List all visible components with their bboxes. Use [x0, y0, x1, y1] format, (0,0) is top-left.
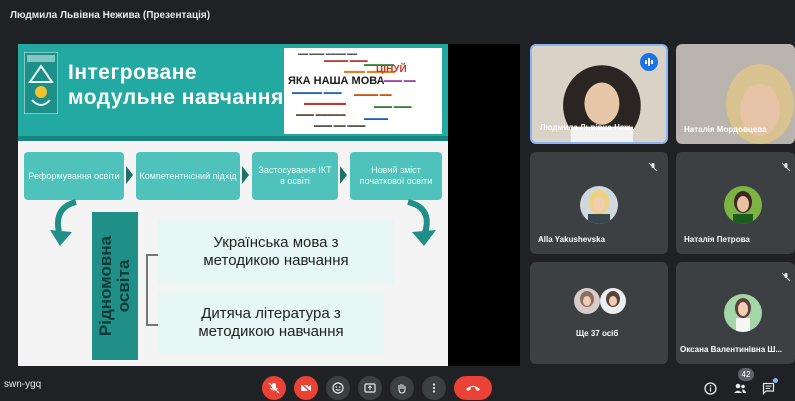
chat-button[interactable]	[758, 378, 778, 398]
module-box-literature-line1: Дитяча література з	[201, 305, 341, 322]
bracket	[146, 254, 148, 326]
present-icon	[364, 383, 376, 393]
emoji-icon	[332, 382, 344, 394]
vertical-label-line2: освіта	[114, 259, 134, 313]
avatar	[724, 186, 762, 224]
module-box-ukrainian-line2: методикою навчання	[203, 252, 349, 269]
participants-button[interactable]	[730, 378, 750, 398]
slide-title-line2: модульне навчання	[68, 86, 284, 109]
module-box-literature: Дитяча література з методикою навчання	[158, 292, 384, 354]
leave-call-button[interactable]	[454, 376, 492, 400]
mic-toggle-button[interactable]	[262, 376, 286, 400]
participant-count-badge: 42	[738, 368, 754, 381]
curved-arrow-left-icon	[50, 199, 77, 246]
slide-title: Інтегроване модульне навчання	[68, 60, 284, 110]
participant-name: Наталія Мордовцева	[684, 125, 767, 134]
vertical-label: Рідномовна освіта	[92, 212, 138, 360]
avatar	[724, 294, 762, 332]
more-options-button[interactable]	[422, 376, 446, 400]
meeting-details-button[interactable]	[700, 378, 720, 398]
people-icon	[734, 383, 746, 393]
camera-off-icon	[300, 382, 312, 394]
step-new-content: Новий зміст початкової освіти	[350, 152, 442, 200]
raise-hand-button[interactable]	[390, 376, 414, 400]
participant-tile-group[interactable]: Ще 37 осіб	[530, 262, 668, 364]
info-icon	[703, 381, 717, 395]
slide-title-line1: Інтегроване	[68, 61, 198, 84]
participant-tile-oksana[interactable]: Оксана Валентинівна Ш...	[676, 262, 795, 364]
mic-off-icon	[268, 382, 280, 394]
participant-tile-yakushevska[interactable]: Alla Yakushevska	[530, 152, 668, 254]
step-ict: Застосування ІКТ в освіті	[252, 152, 338, 200]
meeting-controls-bar: swn-ygq 42	[0, 366, 795, 401]
word-cloud-image: ▬▬ ▬▬▬ ▬▬▬▬ ▬▬ ▬▬▬▬ ▬▬▬ ▬▬▬▬▬ ▬▬▬ ▬▬▬▬ Я…	[284, 48, 442, 134]
vertical-label-line1: Рідномовна	[96, 235, 116, 337]
university-logo	[24, 52, 58, 114]
more-participants-label: Ще 37 осіб	[576, 329, 619, 338]
participant-name: Оксана Валентинівна Ш...	[680, 345, 783, 354]
wordcloud-headline: ЯКА НАША МОВА	[288, 75, 385, 87]
camera-toggle-button[interactable]	[294, 376, 318, 400]
avatar	[580, 186, 618, 224]
step-reform: Реформування освіти	[24, 152, 124, 200]
step-arrow-1	[126, 166, 133, 184]
wordcloud-headline-2: ЦІНУЙ	[376, 64, 407, 75]
curved-arrow-right-icon	[407, 199, 436, 246]
presentation-stage[interactable]: Інтегроване модульне навчання ▬▬ ▬▬▬ ▬▬▬…	[18, 44, 520, 366]
module-box-ukrainian-line1: Українська мова з	[213, 234, 339, 251]
hand-icon	[398, 384, 406, 394]
participant-tile-petrova[interactable]: Наталія Петрова	[676, 152, 795, 254]
chat-icon	[762, 382, 774, 395]
phone-hangup-icon	[466, 386, 480, 391]
speaking-indicator-icon	[640, 53, 658, 71]
avatar	[574, 288, 600, 314]
slide: Інтегроване модульне навчання ▬▬ ▬▬▬ ▬▬▬…	[18, 44, 448, 366]
participant-name: Людмила Львівна Неж...	[540, 123, 637, 132]
mic-off-icon	[648, 162, 658, 174]
participant-tile-mordovtseva[interactable]: Наталія Мордовцева	[676, 44, 795, 144]
participant-tile-presenter[interactable]: Людмила Львівна Неж...	[530, 44, 668, 144]
notification-dot	[773, 378, 778, 383]
mic-off-icon	[781, 162, 791, 174]
bracket-top	[146, 254, 158, 256]
avatar	[600, 288, 626, 314]
module-box-ukrainian: Українська мова з методикою навчання	[158, 220, 394, 284]
present-screen-button[interactable]	[358, 376, 382, 400]
step-arrow-3	[340, 166, 347, 184]
reactions-button[interactable]	[326, 376, 350, 400]
participant-name: Alla Yakushevska	[538, 235, 606, 244]
mic-off-icon	[781, 272, 791, 284]
presenter-title: Людмила Львівна Нежива (Презентація)	[10, 10, 211, 21]
step-competence: Компетентнісний підхід	[136, 152, 240, 200]
bracket-bottom	[146, 324, 158, 326]
meeting-code: swn-ygq	[4, 379, 42, 390]
slide-header-stripe	[18, 136, 448, 141]
step-arrow-2	[242, 166, 249, 184]
participant-name: Наталія Петрова	[684, 235, 750, 244]
module-box-literature-line2: методикою навчання	[198, 323, 344, 340]
presenter-bar: Людмила Львівна Нежива (Презентація)	[0, 0, 795, 34]
more-vert-icon	[432, 383, 436, 393]
